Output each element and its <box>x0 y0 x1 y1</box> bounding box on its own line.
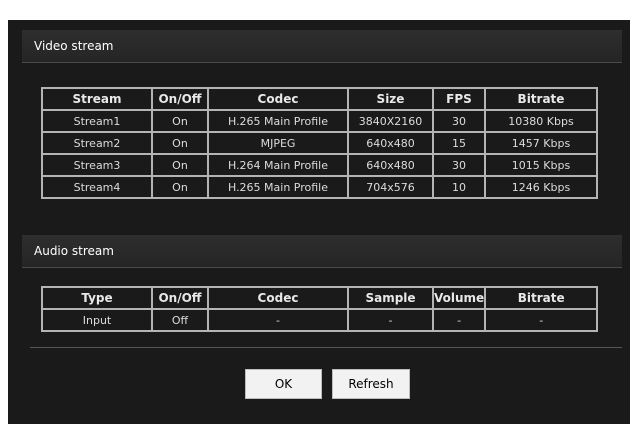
table-cell: Stream3 <box>41 153 153 177</box>
table-cell: 640x480 <box>347 131 434 155</box>
column-header: Stream <box>41 87 153 111</box>
ok-button[interactable]: OK <box>245 369 322 399</box>
table-cell: 10380 Kbps <box>484 109 598 133</box>
table-cell: 10 <box>432 175 486 199</box>
column-header: On/Off <box>151 286 209 310</box>
column-header: Codec <box>207 87 349 111</box>
table-cell: 704x576 <box>347 175 434 199</box>
table-cell: Off <box>151 308 209 332</box>
table-cell: Stream1 <box>41 109 153 133</box>
video-stream-title: Video stream <box>34 39 114 53</box>
table-row: Input Off - - - - <box>41 308 599 332</box>
stream-info-panel <box>8 20 630 424</box>
table-row: Stream1 On H.265 Main Profile 3840X2160 … <box>41 109 598 133</box>
table-row: Stream2 On MJPEG 640x480 15 1457 Kbps <box>41 131 598 155</box>
table-cell: Input <box>41 308 153 332</box>
column-header: Sample <box>347 286 434 310</box>
table-cell: 1015 Kbps <box>484 153 598 177</box>
audio-stream-title: Audio stream <box>34 244 114 258</box>
table-cell: H.265 Main Profile <box>207 109 349 133</box>
table-cell: H.265 Main Profile <box>207 175 349 199</box>
section-divider <box>30 347 622 348</box>
column-header: Volume <box>431 286 487 310</box>
table-cell: On <box>151 131 209 155</box>
table-cell: 1457 Kbps <box>484 131 598 155</box>
column-header: FPS <box>432 87 486 111</box>
audio-stream-table: Type On/Off Codec Sample Volume Bitrate … <box>41 286 599 332</box>
column-header: Bitrate <box>484 87 598 111</box>
audio-stream-header: Audio stream <box>22 235 622 268</box>
table-row: Stream4 On H.265 Main Profile 704x576 10… <box>41 175 598 199</box>
table-cell: - <box>431 308 487 332</box>
table-cell: MJPEG <box>207 131 349 155</box>
column-header: Size <box>347 87 434 111</box>
refresh-button[interactable]: Refresh <box>332 369 410 399</box>
table-cell: 3840X2160 <box>347 109 434 133</box>
column-header: Type <box>41 286 153 310</box>
table-cell: Stream2 <box>41 131 153 155</box>
table-cell: H.264 Main Profile <box>207 153 349 177</box>
table-cell: - <box>484 308 599 332</box>
table-cell: - <box>207 308 349 332</box>
table-cell: 1246 Kbps <box>484 175 598 199</box>
table-cell: - <box>347 308 434 332</box>
video-stream-header: Video stream <box>22 30 622 63</box>
column-header: Bitrate <box>484 286 599 310</box>
table-row: Stream3 On H.264 Main Profile 640x480 30… <box>41 153 598 177</box>
table-cell: On <box>151 153 209 177</box>
video-stream-table: Stream On/Off Codec Size FPS Bitrate Str… <box>41 87 598 199</box>
table-header-row: Stream On/Off Codec Size FPS Bitrate <box>41 87 598 111</box>
table-cell: 30 <box>432 109 486 133</box>
table-cell: On <box>151 109 209 133</box>
table-cell: On <box>151 175 209 199</box>
table-header-row: Type On/Off Codec Sample Volume Bitrate <box>41 286 599 310</box>
table-cell: 30 <box>432 153 486 177</box>
column-header: Codec <box>207 286 349 310</box>
table-cell: 640x480 <box>347 153 434 177</box>
column-header: On/Off <box>151 87 209 111</box>
table-cell: 15 <box>432 131 486 155</box>
table-cell: Stream4 <box>41 175 153 199</box>
